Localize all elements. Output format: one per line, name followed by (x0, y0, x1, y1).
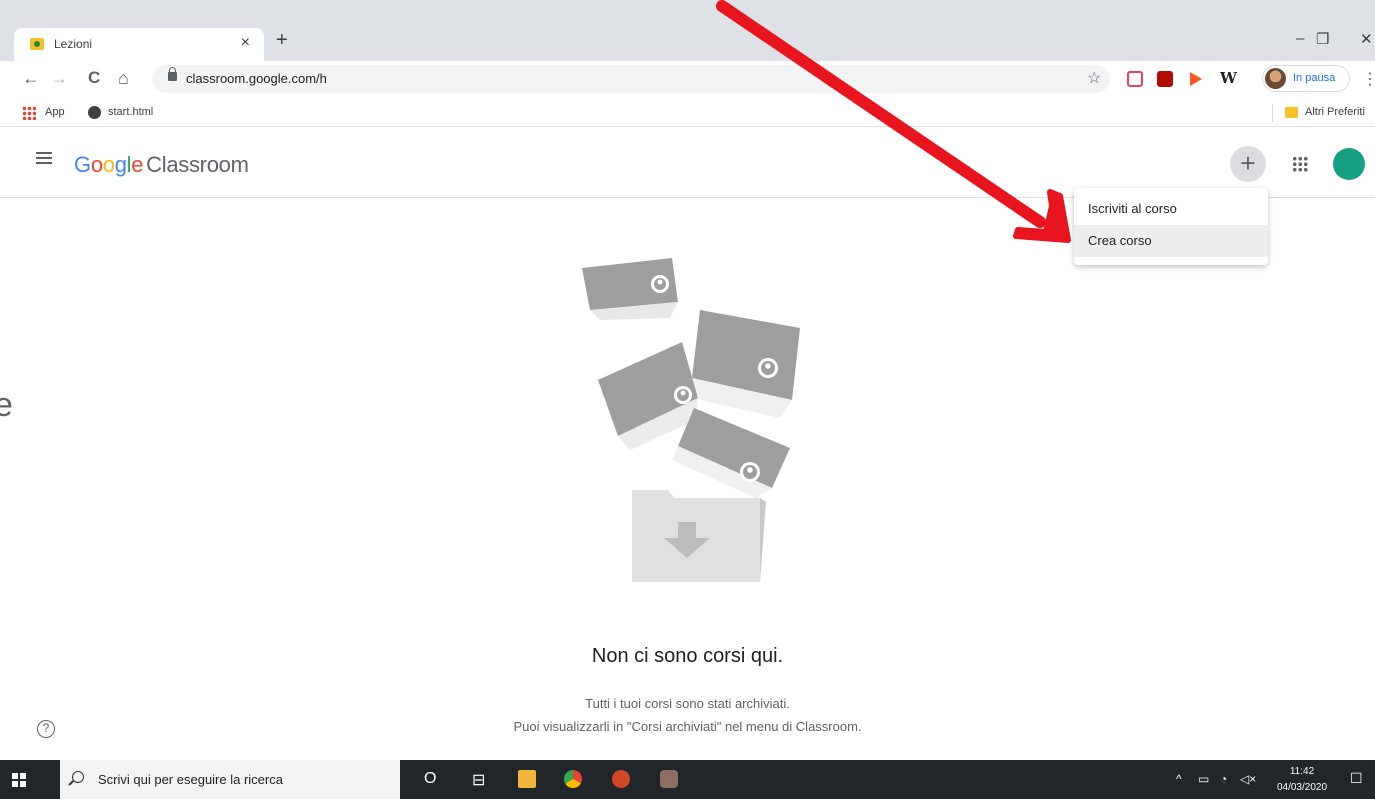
classroom-logo[interactable]: Google Classroom (74, 152, 249, 178)
create-or-join-button[interactable]: + (1230, 146, 1266, 182)
screen: Lezioni × + – ❐ ✕ ← → C ⌂ classroom.goog… (0, 0, 1375, 799)
tab-title: Lezioni (54, 37, 93, 51)
search-placeholder: Scrivi qui per eseguire la ricerca (98, 772, 283, 787)
close-window-button[interactable]: ✕ (1360, 30, 1373, 48)
minimize-button[interactable]: – (1296, 30, 1304, 47)
reload-button[interactable]: C (88, 68, 100, 88)
lock-icon (168, 67, 177, 81)
powerpoint-icon[interactable] (612, 770, 630, 788)
file-explorer-icon[interactable] (518, 770, 536, 788)
battery-icon[interactable]: ▭ (1198, 772, 1209, 786)
cortana-icon[interactable]: O (424, 770, 436, 788)
windows-start-icon[interactable] (12, 773, 26, 787)
main-menu-icon[interactable] (36, 152, 52, 164)
globe-icon (88, 106, 101, 119)
profile-button[interactable]: In pausa (1262, 65, 1350, 92)
empty-state-line-1: Tutti i tuoi corsi sono stati archiviati… (585, 696, 790, 711)
chrome-icon[interactable] (564, 770, 582, 788)
search-icon (72, 771, 84, 783)
logo-letter: o (102, 152, 115, 177)
create-join-menu: Iscriviti al corso Crea corso (1074, 188, 1268, 265)
paper-2 (692, 310, 800, 418)
home-button[interactable]: ⌂ (118, 68, 129, 89)
cast-icon[interactable] (1190, 72, 1202, 86)
new-tab-button[interactable]: + (276, 29, 288, 52)
tab-lezioni[interactable]: Lezioni × (14, 28, 264, 61)
paper-1 (582, 258, 678, 320)
windows-taskbar: Scrivi qui per eseguire la ricerca O ⊟ ^… (0, 760, 1375, 799)
back-button[interactable]: ← (22, 68, 40, 89)
paint-icon[interactable] (660, 770, 678, 788)
bookmark-start-html[interactable]: start.html (108, 106, 153, 118)
bookmark-star-icon[interactable]: ☆ (1087, 68, 1101, 88)
browser-menu-icon[interactable]: ⋮ (1362, 69, 1375, 89)
clock-date[interactable]: 04/03/2020 (1270, 782, 1334, 793)
profile-status: In pausa (1293, 72, 1336, 84)
bookmark-app[interactable]: App (45, 106, 65, 118)
classroom-favicon-icon (30, 38, 44, 50)
logo-letter: o (90, 152, 103, 177)
account-avatar[interactable] (1333, 148, 1365, 180)
logo-letter: G (74, 152, 91, 177)
forward-button[interactable]: → (50, 68, 68, 89)
logo-letter: e (131, 152, 144, 177)
clock-time[interactable]: 11:42 (1272, 766, 1332, 777)
folder-icon (1285, 107, 1298, 118)
folder (632, 490, 766, 582)
help-icon[interactable]: ? (37, 720, 55, 738)
bookmark-separator (1272, 104, 1273, 122)
paper-4 (672, 408, 790, 498)
join-course-item[interactable]: Iscriviti al corso (1074, 193, 1268, 225)
taskbar-search[interactable]: Scrivi qui per eseguire la ricerca (60, 760, 400, 799)
pocket-icon[interactable] (1127, 71, 1143, 87)
w-icon[interactable]: W (1220, 69, 1237, 87)
volume-icon[interactable]: ◁× (1240, 772, 1256, 786)
wifi-icon[interactable]: ◔ (1220, 772, 1227, 786)
tray-chevron-icon[interactable]: ^ (1176, 772, 1182, 786)
google-apps-icon[interactable] (1292, 156, 1308, 172)
tab-strip: Lezioni × + – ❐ ✕ (0, 0, 1375, 61)
address-bar[interactable]: classroom.google.com/h (152, 65, 1110, 93)
task-view-icon[interactable]: ⊟ (472, 770, 485, 790)
empty-state-illustration (582, 258, 800, 582)
toolbar: ← → C ⌂ classroom.google.com/h ☆ W In pa… (0, 61, 1375, 99)
paper-3 (598, 342, 698, 450)
tab-close-icon[interactable]: × (241, 34, 250, 52)
empty-state-title: Non ci sono corsi qui. (591, 645, 784, 667)
restore-button[interactable]: ❐ (1316, 30, 1329, 48)
notifications-icon[interactable]: ☐ (1350, 770, 1363, 787)
create-course-item[interactable]: Crea corso (1074, 225, 1268, 257)
logo-letter: g (114, 152, 127, 177)
url-text: classroom.google.com/h (186, 71, 327, 86)
cutoff-text: e (0, 386, 13, 424)
bookmarks-bar: App start.html Altri Preferiti (0, 99, 1375, 127)
bookmark-other[interactable]: Altri Preferiti (1305, 106, 1365, 118)
arrow-head (1013, 189, 1071, 243)
profile-avatar (1265, 68, 1286, 89)
product-name: Classroom (146, 152, 249, 177)
empty-state-line-2: Puoi visualizzarli in "Corsi archiviati"… (513, 719, 862, 734)
apps-grid-icon[interactable] (22, 106, 36, 120)
acrobat-icon[interactable] (1157, 71, 1173, 87)
